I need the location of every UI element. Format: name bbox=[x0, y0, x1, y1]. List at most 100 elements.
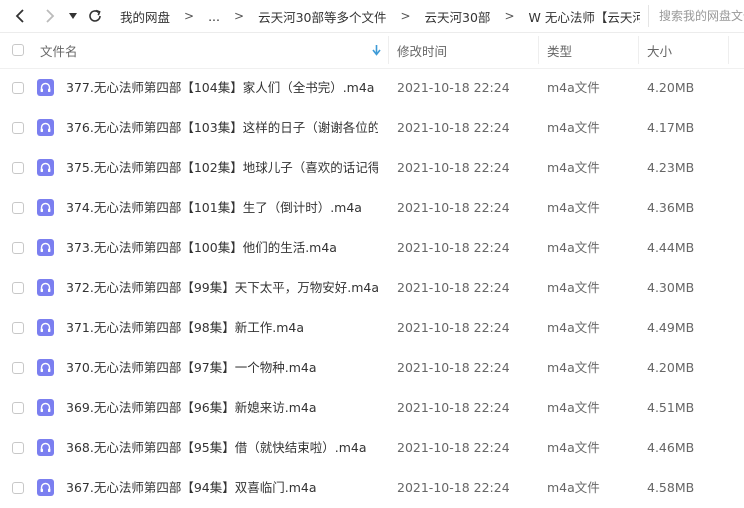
file-type: m4a文件 bbox=[547, 80, 600, 95]
table-row[interactable]: 373.无心法师第四部【100集】他们的生活.m4a 2021-10-18 22… bbox=[0, 228, 744, 268]
history-dropdown[interactable] bbox=[66, 6, 80, 26]
table-row[interactable]: 371.无心法师第四部【98集】新工作.m4a 2021-10-18 22:24… bbox=[0, 308, 744, 348]
file-type: m4a文件 bbox=[547, 480, 600, 495]
file-name[interactable]: 377.无心法师第四部【104集】家人们（全书完）.m4a bbox=[66, 68, 378, 108]
file-size: 4.36MB bbox=[647, 200, 695, 215]
file-name[interactable]: 367.无心法师第四部【94集】双喜临门.m4a bbox=[66, 468, 378, 508]
breadcrumb-separator: > bbox=[504, 9, 515, 23]
file-name[interactable]: 375.无心法师第四部【102集】地球儿子（喜欢的话记得... bbox=[66, 148, 378, 188]
row-checkbox[interactable] bbox=[12, 82, 24, 94]
file-modified: 2021-10-18 22:24 bbox=[397, 320, 510, 335]
file-modified: 2021-10-18 22:24 bbox=[397, 440, 510, 455]
breadcrumb-item[interactable]: W 无心法师【云天河】 bbox=[529, 7, 641, 26]
column-divider[interactable] bbox=[388, 36, 389, 64]
file-list: 377.无心法师第四部【104集】家人们（全书完）.m4a 2021-10-18… bbox=[0, 68, 744, 508]
file-modified: 2021-10-18 22:24 bbox=[397, 200, 510, 215]
sort-down-arrow-icon bbox=[372, 44, 381, 56]
column-header-size[interactable]: 大小 bbox=[647, 32, 672, 68]
audio-file-icon bbox=[37, 399, 54, 416]
file-name[interactable]: 371.无心法师第四部【98集】新工作.m4a bbox=[66, 308, 378, 348]
file-type: m4a文件 bbox=[547, 120, 600, 135]
file-name[interactable]: 376.无心法师第四部【103集】这样的日子（谢谢各位的... bbox=[66, 108, 378, 148]
file-modified: 2021-10-18 22:24 bbox=[397, 400, 510, 415]
audio-file-icon bbox=[37, 199, 54, 216]
table-row[interactable]: 372.无心法师第四部【99集】天下太平，万物安好.m4a 2021-10-18… bbox=[0, 268, 744, 308]
row-checkbox[interactable] bbox=[12, 202, 24, 214]
back-button[interactable] bbox=[10, 6, 30, 26]
file-type: m4a文件 bbox=[547, 440, 600, 455]
refresh-icon bbox=[89, 9, 101, 22]
file-modified: 2021-10-18 22:24 bbox=[397, 280, 510, 295]
audio-file-icon bbox=[37, 239, 54, 256]
file-size: 4.17MB bbox=[647, 120, 695, 135]
file-name[interactable]: 368.无心法师第四部【95集】借（就快结束啦）.m4a bbox=[66, 428, 378, 468]
file-type: m4a文件 bbox=[547, 240, 600, 255]
file-modified: 2021-10-18 22:24 bbox=[397, 80, 510, 95]
row-checkbox[interactable] bbox=[12, 442, 24, 454]
audio-file-icon bbox=[37, 319, 54, 336]
audio-file-icon bbox=[37, 359, 54, 376]
column-divider[interactable] bbox=[638, 36, 639, 64]
table-row[interactable]: 375.无心法师第四部【102集】地球儿子（喜欢的话记得... 2021-10-… bbox=[0, 148, 744, 188]
select-all-checkbox[interactable] bbox=[12, 44, 24, 56]
audio-file-icon bbox=[37, 439, 54, 456]
file-modified: 2021-10-18 22:24 bbox=[397, 160, 510, 175]
row-checkbox[interactable] bbox=[12, 482, 24, 494]
dropdown-triangle-icon bbox=[69, 13, 77, 19]
breadcrumb-item[interactable]: 我的网盘 bbox=[120, 7, 170, 26]
column-header-type[interactable]: 类型 bbox=[547, 32, 572, 68]
row-checkbox[interactable] bbox=[12, 402, 24, 414]
breadcrumb-item[interactable]: 云天河30部等多个文件 bbox=[258, 7, 386, 26]
file-type: m4a文件 bbox=[547, 400, 600, 415]
table-header: 文件名 修改时间 类型 大小 bbox=[0, 32, 744, 69]
file-type: m4a文件 bbox=[547, 160, 600, 175]
chevron-left-icon bbox=[15, 9, 24, 23]
audio-file-icon bbox=[37, 79, 54, 96]
file-modified: 2021-10-18 22:24 bbox=[397, 480, 510, 495]
refresh-button[interactable] bbox=[85, 6, 105, 26]
file-name[interactable]: 374.无心法师第四部【101集】生了（倒计时）.m4a bbox=[66, 188, 378, 228]
row-checkbox[interactable] bbox=[12, 282, 24, 294]
column-divider[interactable] bbox=[728, 36, 729, 64]
breadcrumb-item[interactable]: ... bbox=[208, 9, 220, 24]
file-size: 4.46MB bbox=[647, 440, 695, 455]
row-checkbox[interactable] bbox=[12, 162, 24, 174]
audio-file-icon bbox=[37, 479, 54, 496]
audio-file-icon bbox=[37, 279, 54, 296]
file-name[interactable]: 370.无心法师第四部【97集】一个物种.m4a bbox=[66, 348, 378, 388]
search-input[interactable] bbox=[648, 5, 744, 27]
table-row[interactable]: 377.无心法师第四部【104集】家人们（全书完）.m4a 2021-10-18… bbox=[0, 68, 744, 108]
file-size: 4.49MB bbox=[647, 320, 695, 335]
chevron-right-icon bbox=[46, 9, 55, 23]
table-row[interactable]: 376.无心法师第四部【103集】这样的日子（谢谢各位的... 2021-10-… bbox=[0, 108, 744, 148]
forward-button[interactable] bbox=[40, 6, 60, 26]
table-row[interactable]: 367.无心法师第四部【94集】双喜临门.m4a 2021-10-18 22:2… bbox=[0, 468, 744, 508]
sort-button[interactable] bbox=[372, 32, 381, 68]
table-row[interactable]: 374.无心法师第四部【101集】生了（倒计时）.m4a 2021-10-18 … bbox=[0, 188, 744, 228]
table-row[interactable]: 368.无心法师第四部【95集】借（就快结束啦）.m4a 2021-10-18 … bbox=[0, 428, 744, 468]
breadcrumb-separator: > bbox=[184, 9, 195, 23]
column-divider[interactable] bbox=[538, 36, 539, 64]
audio-file-icon bbox=[37, 159, 54, 176]
table-row[interactable]: 370.无心法师第四部【97集】一个物种.m4a 2021-10-18 22:2… bbox=[0, 348, 744, 388]
file-modified: 2021-10-18 22:24 bbox=[397, 240, 510, 255]
column-header-modified[interactable]: 修改时间 bbox=[397, 32, 447, 68]
file-size: 4.58MB bbox=[647, 480, 695, 495]
row-checkbox[interactable] bbox=[12, 242, 24, 254]
file-name[interactable]: 372.无心法师第四部【99集】天下太平，万物安好.m4a bbox=[66, 268, 378, 308]
file-type: m4a文件 bbox=[547, 200, 600, 215]
breadcrumb-item[interactable]: 云天河30部 bbox=[425, 7, 491, 26]
row-checkbox[interactable] bbox=[12, 322, 24, 334]
breadcrumb-separator: > bbox=[234, 9, 245, 23]
file-name[interactable]: 369.无心法师第四部【96集】新媳来访.m4a bbox=[66, 388, 378, 428]
column-header-name[interactable]: 文件名 bbox=[40, 32, 78, 68]
row-checkbox[interactable] bbox=[12, 362, 24, 374]
file-size: 4.23MB bbox=[647, 160, 695, 175]
audio-file-icon bbox=[37, 119, 54, 136]
file-type: m4a文件 bbox=[547, 320, 600, 335]
table-row[interactable]: 369.无心法师第四部【96集】新媳来访.m4a 2021-10-18 22:2… bbox=[0, 388, 744, 428]
file-modified: 2021-10-18 22:24 bbox=[397, 360, 510, 375]
file-name[interactable]: 373.无心法师第四部【100集】他们的生活.m4a bbox=[66, 228, 378, 268]
file-size: 4.20MB bbox=[647, 80, 695, 95]
row-checkbox[interactable] bbox=[12, 122, 24, 134]
